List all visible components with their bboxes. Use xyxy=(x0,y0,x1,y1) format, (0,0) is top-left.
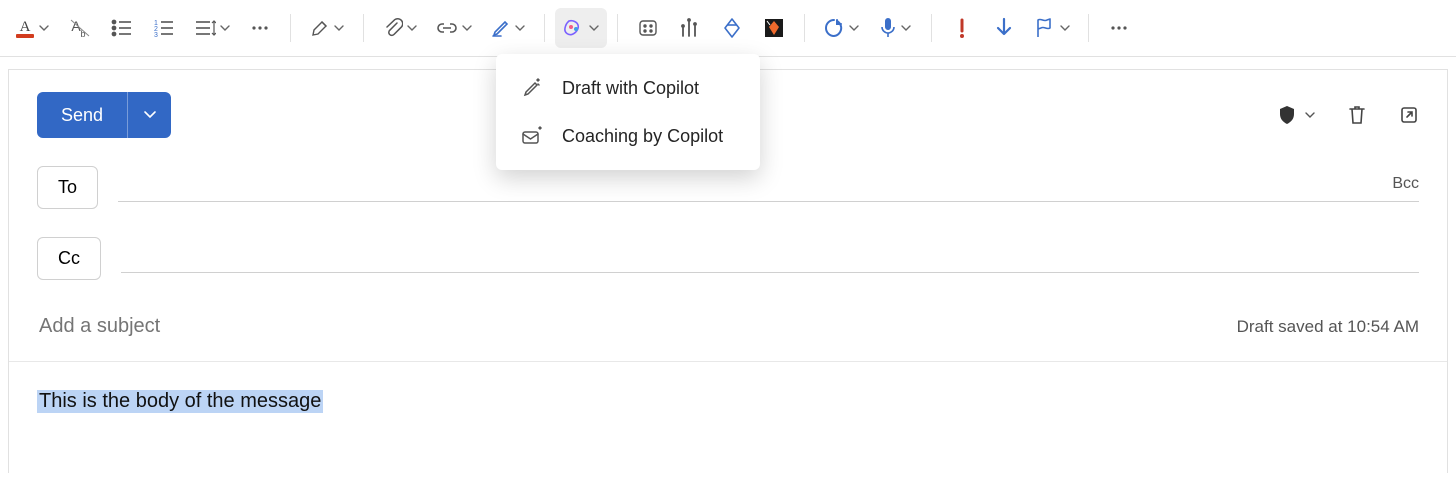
copilot-button[interactable] xyxy=(555,8,607,48)
chevron-down-icon xyxy=(407,23,417,33)
message-body[interactable]: This is the body of the message xyxy=(9,362,1447,473)
draft-saved-label: Draft saved at 10:54 AM xyxy=(1237,317,1419,337)
chevron-down-icon xyxy=(515,23,525,33)
chevron-down-icon xyxy=(589,23,599,33)
viva-diamond-icon xyxy=(721,17,743,39)
line-spacing-button[interactable] xyxy=(186,8,238,48)
separator xyxy=(544,14,545,42)
addin-button[interactable] xyxy=(754,8,794,48)
chevron-down-icon xyxy=(849,23,859,33)
more-icon xyxy=(250,18,270,38)
highlight-button[interactable] xyxy=(301,8,353,48)
addin-square-icon xyxy=(763,17,785,39)
chevron-down-icon xyxy=(462,23,472,33)
copilot-coaching-item[interactable]: Coaching by Copilot xyxy=(496,112,760,160)
chevron-down-icon xyxy=(39,23,49,33)
importance-icon xyxy=(953,17,971,39)
poll-button[interactable] xyxy=(670,8,710,48)
attach-button[interactable] xyxy=(374,8,426,48)
to-input[interactable]: Bcc xyxy=(118,173,1419,202)
loop-button[interactable] xyxy=(815,8,867,48)
send-split-button: Send xyxy=(37,92,171,138)
separator xyxy=(617,14,618,42)
flag-button[interactable] xyxy=(1026,8,1078,48)
font-color-button[interactable]: A xyxy=(6,8,58,48)
trash-icon xyxy=(1347,104,1367,126)
body-text-selected: This is the body of the message xyxy=(37,390,323,413)
chevron-down-icon xyxy=(1305,110,1315,120)
numbering-button[interactable]: 1 2 3 xyxy=(144,8,184,48)
chevron-down-icon xyxy=(220,23,230,33)
line-spacing-icon xyxy=(194,18,216,38)
chevron-down-icon xyxy=(334,23,344,33)
separator xyxy=(931,14,932,42)
bcc-link[interactable]: Bcc xyxy=(1392,175,1419,193)
paperclip-icon xyxy=(383,17,403,39)
importance-button[interactable] xyxy=(942,8,982,48)
send-options-button[interactable] xyxy=(127,92,171,138)
formatting-toolbar: A A b 1 2 3 xyxy=(0,0,1456,57)
poll-bar-icon xyxy=(679,18,701,38)
signature-icon xyxy=(491,18,511,38)
cc-row: Cc xyxy=(9,237,1447,280)
cc-button[interactable]: Cc xyxy=(37,237,101,280)
shield-icon xyxy=(1277,104,1297,126)
cc-input[interactable] xyxy=(121,244,1419,273)
loop-icon xyxy=(823,17,845,39)
separator xyxy=(804,14,805,42)
compose-header-actions xyxy=(1277,104,1419,126)
send-button[interactable]: Send xyxy=(37,92,127,138)
chevron-down-icon xyxy=(143,108,157,122)
apps-button[interactable] xyxy=(628,8,668,48)
draft-pencil-sparkle-icon xyxy=(520,76,544,100)
download-arrow-icon xyxy=(994,17,1014,39)
copilot-draft-label: Draft with Copilot xyxy=(562,78,699,99)
link-icon xyxy=(436,20,458,36)
discard-button[interactable] xyxy=(1347,104,1367,126)
svg-text:3: 3 xyxy=(154,32,158,38)
insert-link-button[interactable] xyxy=(428,8,480,48)
subject-input[interactable] xyxy=(37,314,1213,339)
to-button[interactable]: To xyxy=(37,166,98,209)
more-icon xyxy=(1109,18,1129,38)
download-button[interactable] xyxy=(984,8,1024,48)
coaching-envelope-sparkle-icon xyxy=(520,124,544,148)
apps-grid-icon xyxy=(638,18,658,38)
highlight-pen-icon xyxy=(310,18,330,38)
numbering-icon: 1 2 3 xyxy=(153,18,175,38)
copilot-draft-item[interactable]: Draft with Copilot xyxy=(496,64,760,112)
clear-formatting-button[interactable]: A b xyxy=(60,8,100,48)
popout-button[interactable] xyxy=(1399,105,1419,125)
separator xyxy=(290,14,291,42)
separator xyxy=(1088,14,1089,42)
to-row: To Bcc xyxy=(9,166,1447,209)
signature-button[interactable] xyxy=(482,8,534,48)
clear-formatting-icon: A b xyxy=(69,17,91,39)
protection-button[interactable] xyxy=(1277,104,1315,126)
microphone-icon xyxy=(879,17,897,39)
copilot-menu: Draft with Copilot Coaching by Copilot xyxy=(496,54,760,170)
subject-row: Draft saved at 10:54 AM xyxy=(9,314,1447,362)
bullets-icon xyxy=(111,18,133,38)
flag-outline-icon xyxy=(1034,17,1056,39)
bullets-button[interactable] xyxy=(102,8,142,48)
copilot-coaching-label: Coaching by Copilot xyxy=(562,126,723,147)
toolbar-overflow-button[interactable] xyxy=(1099,8,1139,48)
separator xyxy=(363,14,364,42)
chevron-down-icon xyxy=(901,23,911,33)
chevron-down-icon xyxy=(1060,23,1070,33)
svg-text:A: A xyxy=(20,19,31,35)
viva-button[interactable] xyxy=(712,8,752,48)
more-formatting-button[interactable] xyxy=(240,8,280,48)
popout-icon xyxy=(1399,105,1419,125)
dictate-button[interactable] xyxy=(869,8,921,48)
font-color-icon: A xyxy=(15,17,35,39)
copilot-icon xyxy=(563,17,585,39)
